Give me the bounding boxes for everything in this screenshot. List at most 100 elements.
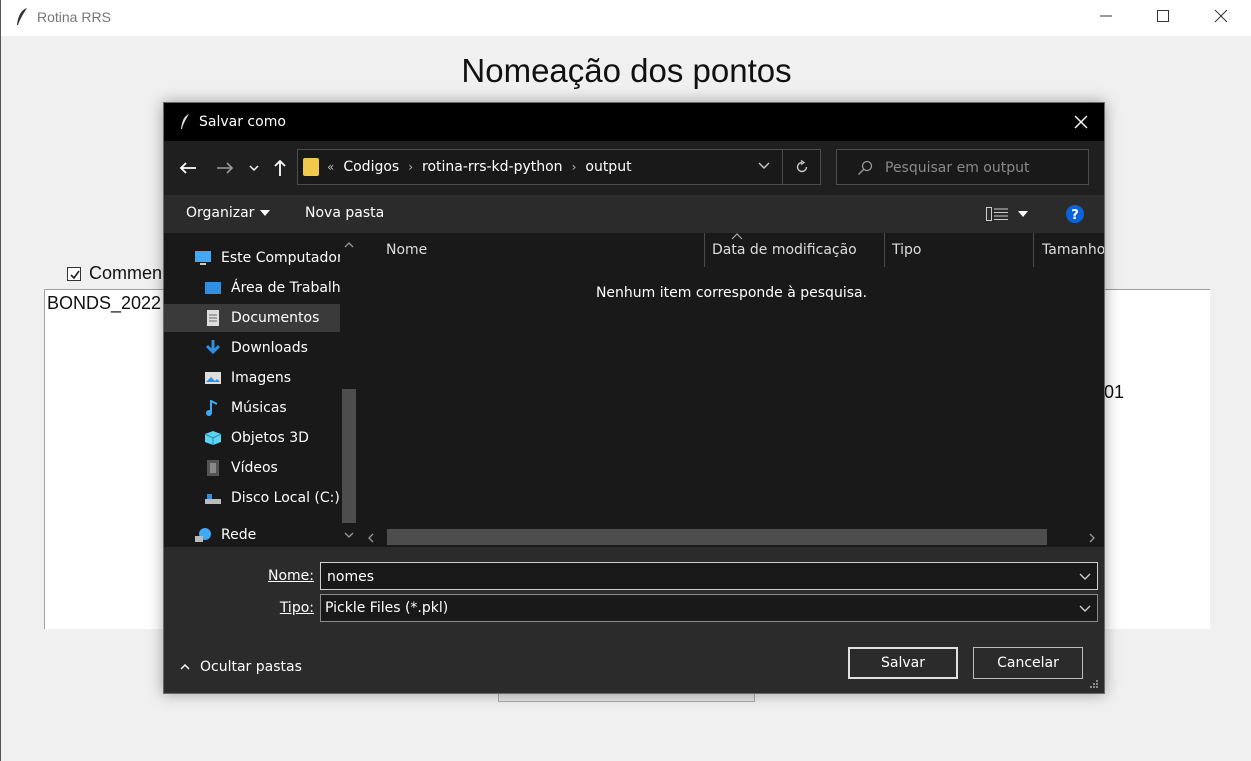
view-options-button[interactable] — [986, 207, 1028, 221]
column-label: Data de modificação — [712, 242, 857, 258]
folder-icon — [303, 158, 319, 176]
nav-item-label: Disco Local (C:) — [231, 490, 340, 506]
filename-field[interactable] — [320, 562, 1098, 590]
search-box[interactable] — [836, 149, 1089, 185]
nav-pane-scrollbar[interactable] — [340, 233, 358, 547]
feather-icon — [181, 114, 189, 129]
nav-item-label: Imagens — [231, 370, 292, 386]
refresh-button[interactable] — [782, 150, 820, 184]
search-input[interactable] — [885, 158, 1080, 178]
nav-item-local-disk[interactable]: Disco Local (C:) — [204, 484, 340, 512]
textarea-line: BONDS_2022 — [47, 293, 162, 313]
breadcrumb-codigos[interactable]: Codigos — [343, 159, 399, 175]
dialog-titlebar: Salvar como — [164, 103, 1104, 141]
new-folder-label: Nova pasta — [305, 205, 385, 221]
column-header-date[interactable]: Data de modificação — [712, 233, 877, 267]
nav-item-videos[interactable]: Vídeos — [204, 454, 340, 482]
checkbox-label: Commen — [89, 263, 163, 283]
cancel-button[interactable]: Cancelar — [973, 647, 1083, 679]
dialog-close-button[interactable] — [1058, 103, 1104, 141]
chevron-up-icon[interactable] — [344, 241, 354, 249]
desktop-icon — [205, 282, 221, 294]
nav-item-network[interactable]: Rede — [194, 524, 340, 546]
minimize-icon — [1100, 15, 1112, 17]
scrollbar-thumb[interactable] — [342, 389, 356, 523]
chevron-down-icon[interactable] — [344, 531, 354, 539]
breadcrumb-output[interactable]: output — [585, 159, 631, 175]
save-as-dialog: Salvar como « Codigos › rotina-rrs-kd-py… — [163, 102, 1105, 694]
address-bar[interactable]: « Codigos › rotina-rrs-kd-python › outpu… — [297, 149, 821, 185]
nav-item-downloads[interactable]: Downloads — [204, 334, 340, 362]
chevron-down-icon[interactable] — [1079, 571, 1091, 581]
close-button[interactable] — [1192, 0, 1250, 32]
chevron-right-icon[interactable]: › — [408, 160, 413, 174]
column-header-size[interactable]: Tamanho — [1042, 233, 1104, 267]
column-divider[interactable] — [884, 233, 885, 267]
file-list-hscrollbar[interactable] — [359, 527, 1104, 547]
column-header-name[interactable]: Nome — [386, 233, 696, 267]
scrollbar-thumb[interactable] — [387, 529, 1047, 545]
maximize-button[interactable] — [1134, 0, 1192, 32]
nav-item-pictures[interactable]: Imagens — [204, 364, 340, 392]
nav-item-3d-objects[interactable]: Objetos 3D — [204, 424, 340, 452]
chevron-down-icon[interactable] — [1079, 603, 1091, 613]
filename-input[interactable] — [327, 567, 1067, 587]
chevron-right-icon[interactable]: › — [572, 160, 577, 174]
main-titlebar: Rotina RRS — [1, 0, 1251, 36]
filetype-label-text: Tipo: — [279, 600, 314, 616]
pictures-icon — [205, 372, 221, 384]
column-divider[interactable] — [704, 233, 705, 267]
breadcrumb-rotina[interactable]: rotina-rrs-kd-python — [422, 159, 563, 175]
nav-item-label: Área de Trabalho — [231, 280, 340, 296]
save-button[interactable]: Salvar — [848, 647, 958, 679]
checkbox-box[interactable] — [67, 266, 81, 281]
chevron-right-icon[interactable] — [1088, 533, 1096, 543]
column-divider[interactable] — [1033, 233, 1034, 267]
nav-item-documents[interactable]: Documentos — [164, 304, 340, 332]
nav-item-this-pc[interactable]: Este Computador — [194, 244, 340, 272]
nav-item-label: Vídeos — [231, 460, 278, 476]
refresh-icon — [796, 160, 807, 173]
chevron-up-icon — [180, 663, 190, 670]
column-header-type[interactable]: Tipo — [892, 233, 1032, 267]
arrow-left-icon — [179, 162, 196, 174]
caret-down-icon — [260, 210, 271, 216]
help-button[interactable]: ? — [1066, 205, 1084, 223]
nav-item-music[interactable]: Músicas — [204, 394, 340, 422]
new-folder-button[interactable]: Nova pasta — [305, 205, 384, 221]
nav-item-desktop[interactable]: Área de Trabalho — [204, 274, 340, 302]
filetype-value: Pickle Files (*.pkl) — [325, 600, 449, 616]
textarea-line: 01 — [1104, 382, 1125, 402]
downloads-icon — [205, 340, 221, 355]
recent-locations-button[interactable] — [244, 153, 264, 183]
chevron-left-icon[interactable] — [367, 533, 375, 543]
dialog-title: Salvar como — [199, 114, 286, 130]
nav-item-label: Objetos 3D — [231, 430, 309, 446]
command-bar: Organizar Nova pasta ? — [164, 195, 1104, 233]
organize-button[interactable]: Organizar — [186, 205, 271, 221]
comment-checkbox[interactable]: Commen — [67, 263, 162, 284]
close-icon — [1214, 9, 1228, 23]
close-icon — [1074, 115, 1088, 129]
up-button[interactable] — [267, 153, 293, 183]
checkmark-icon — [70, 270, 80, 279]
feather-icon — [17, 8, 27, 25]
maximize-icon — [1157, 10, 1169, 22]
breadcrumb-overflow[interactable]: « — [327, 160, 334, 174]
back-button[interactable] — [175, 153, 201, 183]
chevron-down-icon[interactable] — [758, 160, 770, 170]
filetype-select[interactable]: Pickle Files (*.pkl) — [320, 594, 1098, 622]
videos-icon — [207, 460, 219, 476]
forward-button[interactable] — [212, 153, 238, 183]
filetype-label: Tipo: — [258, 600, 314, 616]
resize-grip-icon[interactable] — [1089, 679, 1099, 689]
chevron-down-icon — [249, 165, 259, 172]
computer-icon — [195, 251, 211, 265]
hide-folders-button[interactable]: Ocultar pastas — [180, 659, 302, 675]
arrow-right-icon — [217, 162, 234, 174]
nav-item-label: Este Computador — [221, 250, 340, 266]
objects-3d-icon — [204, 431, 222, 445]
music-icon — [206, 400, 218, 416]
minimize-button[interactable] — [1077, 0, 1135, 32]
nav-item-label: Rede — [221, 527, 257, 543]
